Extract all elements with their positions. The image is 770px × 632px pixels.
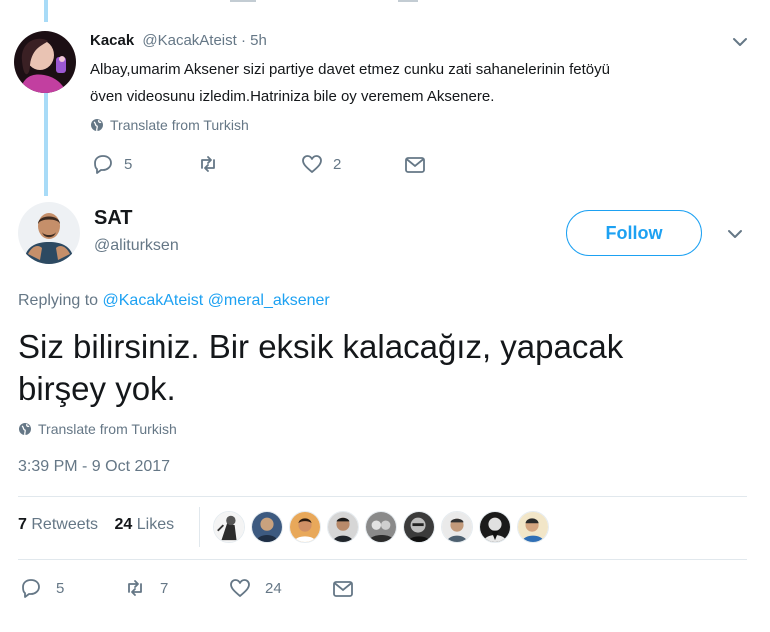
tweet-text: Siz bilirsiniz. Bir eksik kalacağız, yap… [18,326,738,410]
like-count: 24 [265,579,282,597]
message-icon [332,578,354,600]
tweet-menu-chevron[interactable] [726,226,744,242]
liker-avatar[interactable] [403,511,435,543]
reply-action-retweet[interactable] [197,153,219,175]
globe-icon [18,422,32,436]
tweet-timestamp[interactable]: 3:39 PM - 9 Oct 2017 [18,458,170,476]
retweet-count: 7 [160,579,169,597]
likes-stat[interactable]: 24 Likes [115,516,175,533]
divider [18,559,747,560]
tweet-author-handle[interactable]: @aliturksen [94,237,179,255]
globe-icon [90,118,104,132]
liker-avatar[interactable] [327,511,359,543]
tweet-text-line: birşey yok. [18,370,176,407]
avatar[interactable] [18,202,80,264]
reply-count: 5 [56,579,65,597]
reply-text-line: Albay,umarim Aksener sizi partiye davet … [90,61,610,78]
reply-count: 5 [124,155,133,173]
reply-icon [92,153,114,175]
tweet-text-line: Siz bilirsiniz. Bir eksik kalacağız, yap… [18,328,624,365]
reply-action-like[interactable]: 2 [301,153,341,175]
reply-menu-chevron[interactable] [731,34,749,50]
chevron-down-icon [728,230,742,238]
liker-avatar[interactable] [213,511,245,543]
replying-to: Replying to @KacakAteist @meral_aksener [18,292,330,310]
thread-line-top [44,0,48,22]
tweet-action-like[interactable]: 24 [229,577,282,599]
retweets-count: 7 [18,516,27,533]
tweet-translate-link[interactable]: Translate from Turkish [18,420,177,438]
like-count: 2 [333,155,342,173]
like-icon [301,153,323,175]
translate-label: Translate from Turkish [110,117,249,133]
likes-label: Likes [136,516,175,533]
liker-avatar[interactable] [441,511,473,543]
avatar[interactable] [14,31,76,93]
divider [18,496,747,497]
liker-avatar[interactable] [479,511,511,543]
retweet-icon [197,153,219,175]
tweet-action-message[interactable] [332,578,354,600]
retweets-stat[interactable]: 7 Retweets [18,516,103,533]
tweet-stats: 7 Retweets 24 Likes [18,516,174,534]
retweets-label: Retweets [31,516,99,533]
follow-button[interactable]: Follow [566,210,702,256]
liker-avatar[interactable] [289,511,321,543]
likes-count: 24 [114,516,133,533]
reply-text-line: öven videosunu izledim.Hatriniza bile oy… [90,88,495,105]
translate-label: Translate from Turkish [38,421,177,437]
reply-author-handle[interactable]: @KacakAteist [142,32,236,49]
liker-avatar[interactable] [365,511,397,543]
message-icon [404,154,426,176]
reply-time[interactable]: · 5h [241,32,267,49]
replying-to-prefix: Replying to [18,292,99,309]
replying-to-link-aksener[interactable]: @meral_aksener [208,292,330,309]
chevron-down-icon [733,38,747,46]
stats-separator [199,507,200,547]
thread-line [44,90,48,196]
tweet-action-retweet[interactable]: 7 [124,577,168,599]
liker-avatar[interactable] [251,511,283,543]
reply-action-message[interactable] [404,154,426,176]
tweet-action-reply[interactable]: 5 [20,577,64,599]
like-icon [229,577,251,599]
reply-author-name[interactable]: Kacak [90,32,134,49]
reply-action-reply[interactable]: 5 [92,153,132,175]
reply-translate-link[interactable]: Translate from Turkish [90,116,249,134]
liker-avatar[interactable] [517,511,549,543]
reply-icon [20,577,42,599]
reply-text: Albay,umarim Aksener sizi partiye davet … [90,56,740,110]
replying-to-link-kacak[interactable]: @KacakAteist [103,292,204,309]
tweet-author-name[interactable]: SAT [94,207,133,230]
retweet-icon [124,577,146,599]
cropped-action-remnant [230,0,420,2]
